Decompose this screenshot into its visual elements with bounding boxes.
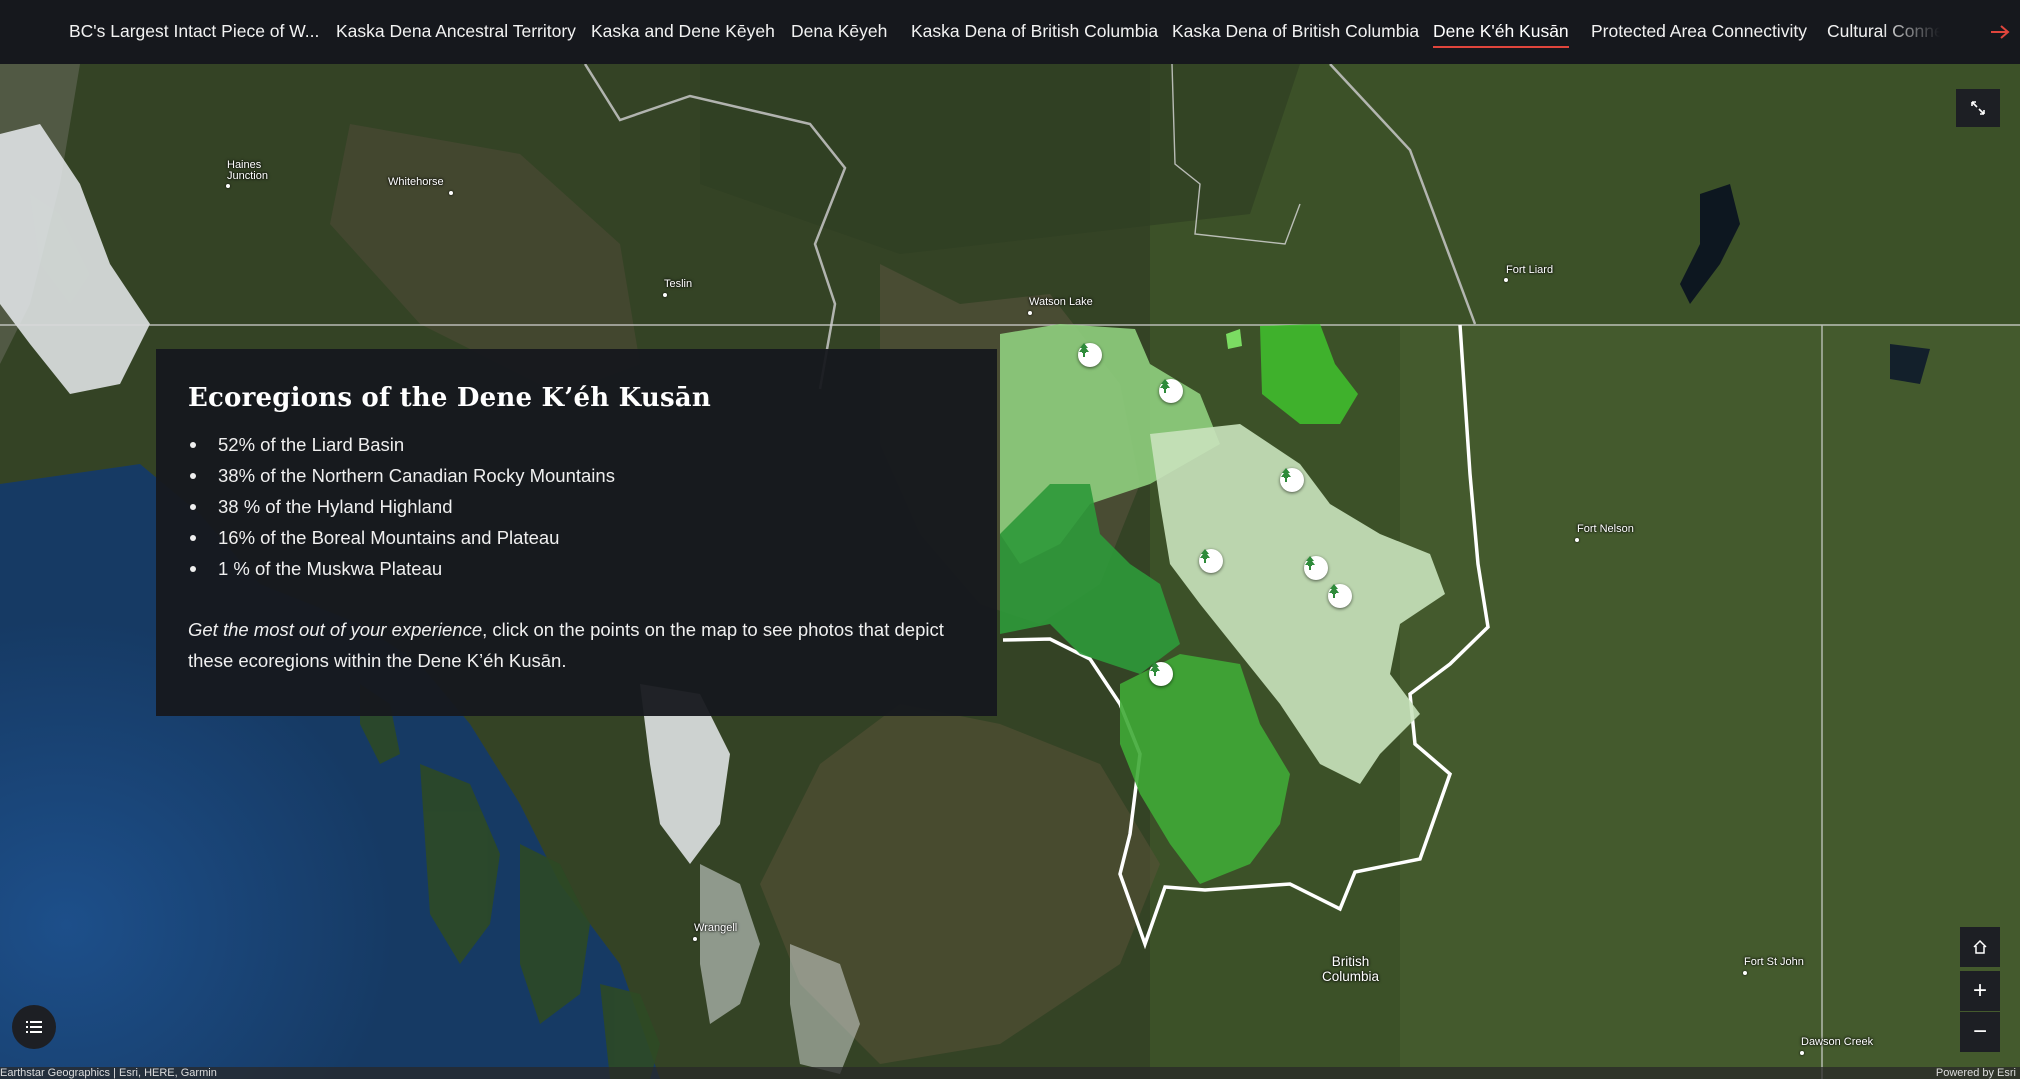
map-attribution[interactable]: Earthstar Geographics | Esri, HERE, Garm… (0, 1067, 217, 1079)
place-whitehorse: Whitehorse (388, 176, 444, 188)
attribution-bar: Earthstar Geographics | Esri, HERE, Garm… (0, 1067, 2020, 1079)
place-fort-st-john: Fort St John (1744, 956, 1804, 968)
watson-lake-dot (1028, 311, 1032, 315)
place-british-columbia: British Columbia (1322, 954, 1380, 984)
place-teslin: Teslin (664, 278, 693, 290)
tab-kaska-dena-bc-1[interactable]: Kaska Dena of British Columbia (911, 20, 1158, 42)
place-wrangell: Wrangell (694, 922, 738, 934)
tab-bc-largest-intact[interactable]: BC's Largest Intact Piece of W... (69, 20, 319, 42)
tab-dene-keh-kusan[interactable]: Dene K'éh Kusān (1433, 20, 1569, 48)
ecoregion-photo-marker[interactable] (1328, 584, 1352, 608)
instructions-emphasis: Get the most out of your experience (188, 619, 483, 640)
home-button[interactable] (1960, 927, 2000, 967)
ecoregion-photo-marker[interactable] (1078, 343, 1102, 367)
fort-nelson-dot (1575, 538, 1579, 542)
legend-toggle-button[interactable] (12, 1005, 56, 1049)
tree-icon (1281, 468, 1291, 482)
nav-fade (1880, 0, 1940, 64)
tree-icon (1150, 662, 1160, 676)
ecoregion-list-item: 1 % of the Muskwa Plateau (188, 553, 963, 584)
fort-liard-dot (1504, 278, 1508, 282)
tab-protected-area-connectivity[interactable]: Protected Area Connectivity (1591, 20, 1807, 42)
haines-junction-dot (226, 184, 230, 188)
fort-st-john-dot (1743, 971, 1747, 975)
ecoregion-list-item: 16% of the Boreal Mountains and Plateau (188, 522, 963, 553)
zoom-out-button[interactable]: − (1960, 1012, 2000, 1052)
ecoregion-photo-marker[interactable] (1304, 556, 1328, 580)
tab-dena-keyeh[interactable]: Dena Kēyeh (791, 20, 887, 42)
nav-next-button[interactable] (1980, 0, 2020, 64)
ecoregion-list: 52% of the Liard Basin 38% of the Northe… (188, 429, 963, 584)
arrow-right-icon (1991, 25, 2010, 39)
story-navigation: BC's Largest Intact Piece of W... Kaska … (0, 0, 2020, 64)
ecoregion-photo-marker[interactable] (1199, 549, 1223, 573)
tree-icon (1079, 343, 1089, 357)
ecoregion-list-item: 38 % of the Hyland Highland (188, 491, 963, 522)
zoom-in-button[interactable]: + (1960, 971, 2000, 1011)
ecoregion-photo-marker[interactable] (1149, 662, 1173, 686)
dawson-creek-dot (1800, 1051, 1804, 1055)
home-icon (1973, 939, 1987, 954)
wrangell-dot (693, 937, 697, 941)
place-fort-nelson: Fort Nelson (1577, 523, 1634, 535)
ecoregions-info-panel: Ecoregions of the Dene K’éh Kusān 52% of… (156, 349, 997, 716)
tab-kaska-and-dene-keyeh[interactable]: Kaska and Dene Kēyeh (591, 20, 775, 42)
panel-instructions: Get the most out of your experience, cli… (188, 614, 963, 676)
list-icon (26, 1021, 42, 1033)
fullscreen-button[interactable] (1956, 89, 2000, 127)
place-watson-lake: Watson Lake (1029, 296, 1093, 308)
tree-icon (1329, 584, 1339, 598)
place-dawson-creek: Dawson Creek (1801, 1036, 1874, 1048)
tree-icon (1160, 379, 1170, 393)
teslin-dot (663, 293, 667, 297)
powered-by-esri[interactable]: Powered by Esri (1936, 1067, 2016, 1079)
ecoregion-photo-marker[interactable] (1159, 379, 1183, 403)
ecoregion-list-item: 52% of the Liard Basin (188, 429, 963, 460)
plains-lowland (1400, 324, 2020, 1079)
tree-icon (1200, 549, 1210, 563)
panel-title: Ecoregions of the Dene K’éh Kusān (188, 383, 711, 413)
place-haines-junction: Haines Junction (227, 159, 268, 182)
tree-icon (1305, 556, 1315, 570)
place-fort-liard: Fort Liard (1506, 264, 1554, 276)
ecoregion-photo-marker[interactable] (1280, 468, 1304, 492)
expand-icon (1971, 101, 1985, 115)
whitehorse-dot (449, 191, 453, 195)
ecoregion-list-item: 38% of the Northern Canadian Rocky Mount… (188, 460, 963, 491)
nav-tabs: BC's Largest Intact Piece of W... Kaska … (0, 0, 1940, 64)
tab-kaska-dena-ancestral-territory[interactable]: Kaska Dena Ancestral Territory (336, 20, 576, 42)
tab-kaska-dena-bc-2[interactable]: Kaska Dena of British Columbia (1172, 20, 1419, 42)
